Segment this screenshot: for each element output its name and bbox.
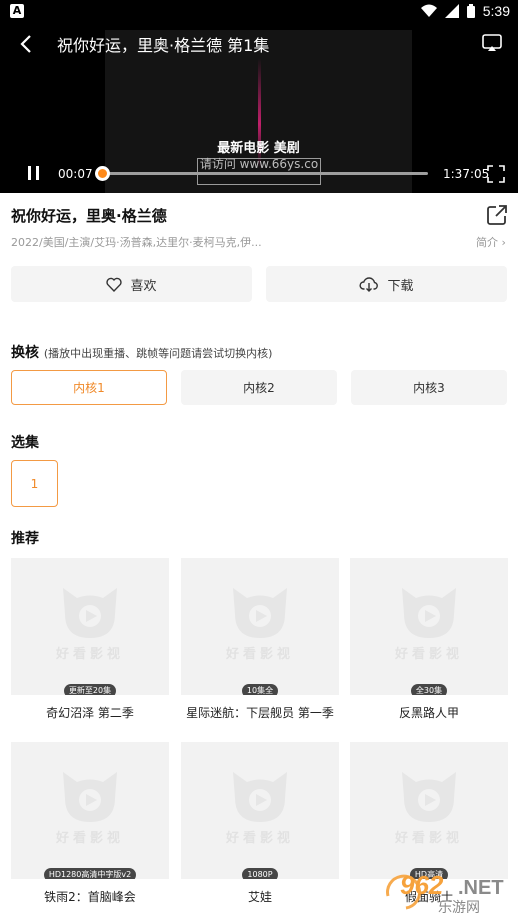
- card-title: 铁雨2：首脑峰会: [44, 890, 136, 904]
- wifi-icon: [420, 4, 437, 17]
- poster-brand: 好看影视: [394, 647, 463, 662]
- poster-thumbnail[interactable]: 好看影视 HD1280高清中字版v2: [11, 742, 169, 879]
- core-hint: (播放中出现重播、跳帧等问题请尝试切换内核): [43, 347, 273, 360]
- core-option-1[interactable]: 内核1: [11, 370, 167, 405]
- cat-play-logo-icon: [63, 588, 117, 638]
- svg-text:乐游网: 乐游网: [438, 900, 480, 916]
- core-option-3[interactable]: 内核3: [351, 370, 507, 405]
- badge-text: 全30集: [410, 684, 448, 695]
- video-watermark-title: 最新电影 美剧: [217, 141, 300, 156]
- back-arrow-icon[interactable]: [14, 32, 38, 56]
- cloud-download-icon: [359, 277, 379, 292]
- download-label: 下载: [387, 278, 414, 294]
- badge-text: 更新至20集: [63, 684, 117, 695]
- fullscreen-icon[interactable]: [487, 165, 505, 183]
- badge-text: 10集全: [241, 684, 279, 695]
- card-title: 艾娃: [247, 890, 272, 904]
- episode-button[interactable]: 1: [11, 460, 58, 507]
- current-time: 00:07: [58, 167, 93, 181]
- cat-play-logo-icon: [402, 772, 456, 822]
- core-label: 换核: [11, 345, 39, 361]
- poster-thumbnail[interactable]: 好看影视 10集全: [181, 558, 339, 695]
- core-option-2[interactable]: 内核2: [181, 370, 337, 405]
- like-button[interactable]: 喜欢: [11, 266, 252, 302]
- poster-thumbnail[interactable]: 好看影视 HD高清: [350, 742, 508, 879]
- cat-play-logo-icon: [233, 588, 287, 638]
- seek-thumb[interactable]: [95, 166, 111, 181]
- intro-link[interactable]: 简介 ›: [476, 234, 506, 250]
- episodes-title: 选集: [11, 435, 39, 451]
- poster-brand: 好看影视: [394, 831, 463, 846]
- video-meta: 2022/美国/主演/艾玛·汤普森,达里尔·麦柯马克,伊...: [11, 236, 262, 249]
- poster-brand: 好看影视: [225, 647, 294, 662]
- player-controls: 00:07 1:37:05: [0, 160, 518, 188]
- recommend-title: 推荐: [11, 531, 39, 547]
- episode-badge: 全30集: [350, 678, 508, 695]
- poster-thumbnail[interactable]: 好看影视 1080P: [181, 742, 339, 879]
- poster-brand: 好看影视: [55, 831, 124, 846]
- cat-play-logo-icon: [63, 772, 117, 822]
- battery-icon: [466, 4, 475, 18]
- episode-badge: 更新至20集: [11, 678, 169, 695]
- card-title: 奇幻沼泽 第二季: [46, 706, 134, 720]
- player-title: 祝你好运，里奥·格兰德 第1集: [57, 36, 270, 55]
- cat-play-logo-icon: [402, 588, 456, 638]
- download-button[interactable]: 下载: [266, 266, 507, 302]
- notification-icon: A: [10, 4, 24, 18]
- card-title: 星际迷航：下层舰员 第一季: [186, 706, 334, 720]
- status-icons: 5:39: [420, 3, 510, 19]
- poster-thumbnail[interactable]: 好看影视全30集: [350, 558, 508, 695]
- episode-badge: 10集全: [181, 678, 339, 695]
- svg-text:962: 962: [400, 870, 444, 900]
- site-watermark-logo: 962 .NET 乐游网: [386, 870, 504, 916]
- status-bar: A 5:39: [0, 0, 518, 24]
- pause-icon[interactable]: [26, 166, 42, 182]
- cast-icon[interactable]: [482, 34, 502, 52]
- video-player[interactable]: 最新电影 美剧 请访问 www.66ys.co A 5:39 祝你好运，里奥·格…: [0, 0, 518, 193]
- core-section-title: 换核 (播放中出现重播、跳帧等问题请尝试切换内核): [11, 342, 272, 362]
- like-label: 喜欢: [130, 278, 157, 294]
- poster-brand: 好看影视: [55, 647, 124, 662]
- total-time: 1:37:05: [443, 167, 490, 181]
- poster-brand: 好看影视: [225, 831, 294, 846]
- episode-badge: HD1280高清中字版v2: [11, 862, 169, 879]
- episode-badge: 1080P: [181, 862, 339, 879]
- share-icon[interactable]: [486, 204, 508, 226]
- heart-icon: [106, 277, 123, 292]
- badge-text: HD1280高清中字版v2: [43, 868, 137, 879]
- badge-text: 1080P: [242, 868, 278, 879]
- poster-thumbnail[interactable]: 好看影视更新至20集: [11, 558, 169, 695]
- svg-text:.NET: .NET: [458, 877, 504, 899]
- video-title: 祝你好运，里奥·格兰德: [11, 207, 167, 225]
- cat-play-logo-icon: [233, 772, 287, 822]
- seek-bar[interactable]: [95, 166, 428, 181]
- card-title: 反黑路人甲: [398, 706, 459, 720]
- signal-icon: [444, 4, 459, 18]
- status-time: 5:39: [482, 3, 510, 19]
